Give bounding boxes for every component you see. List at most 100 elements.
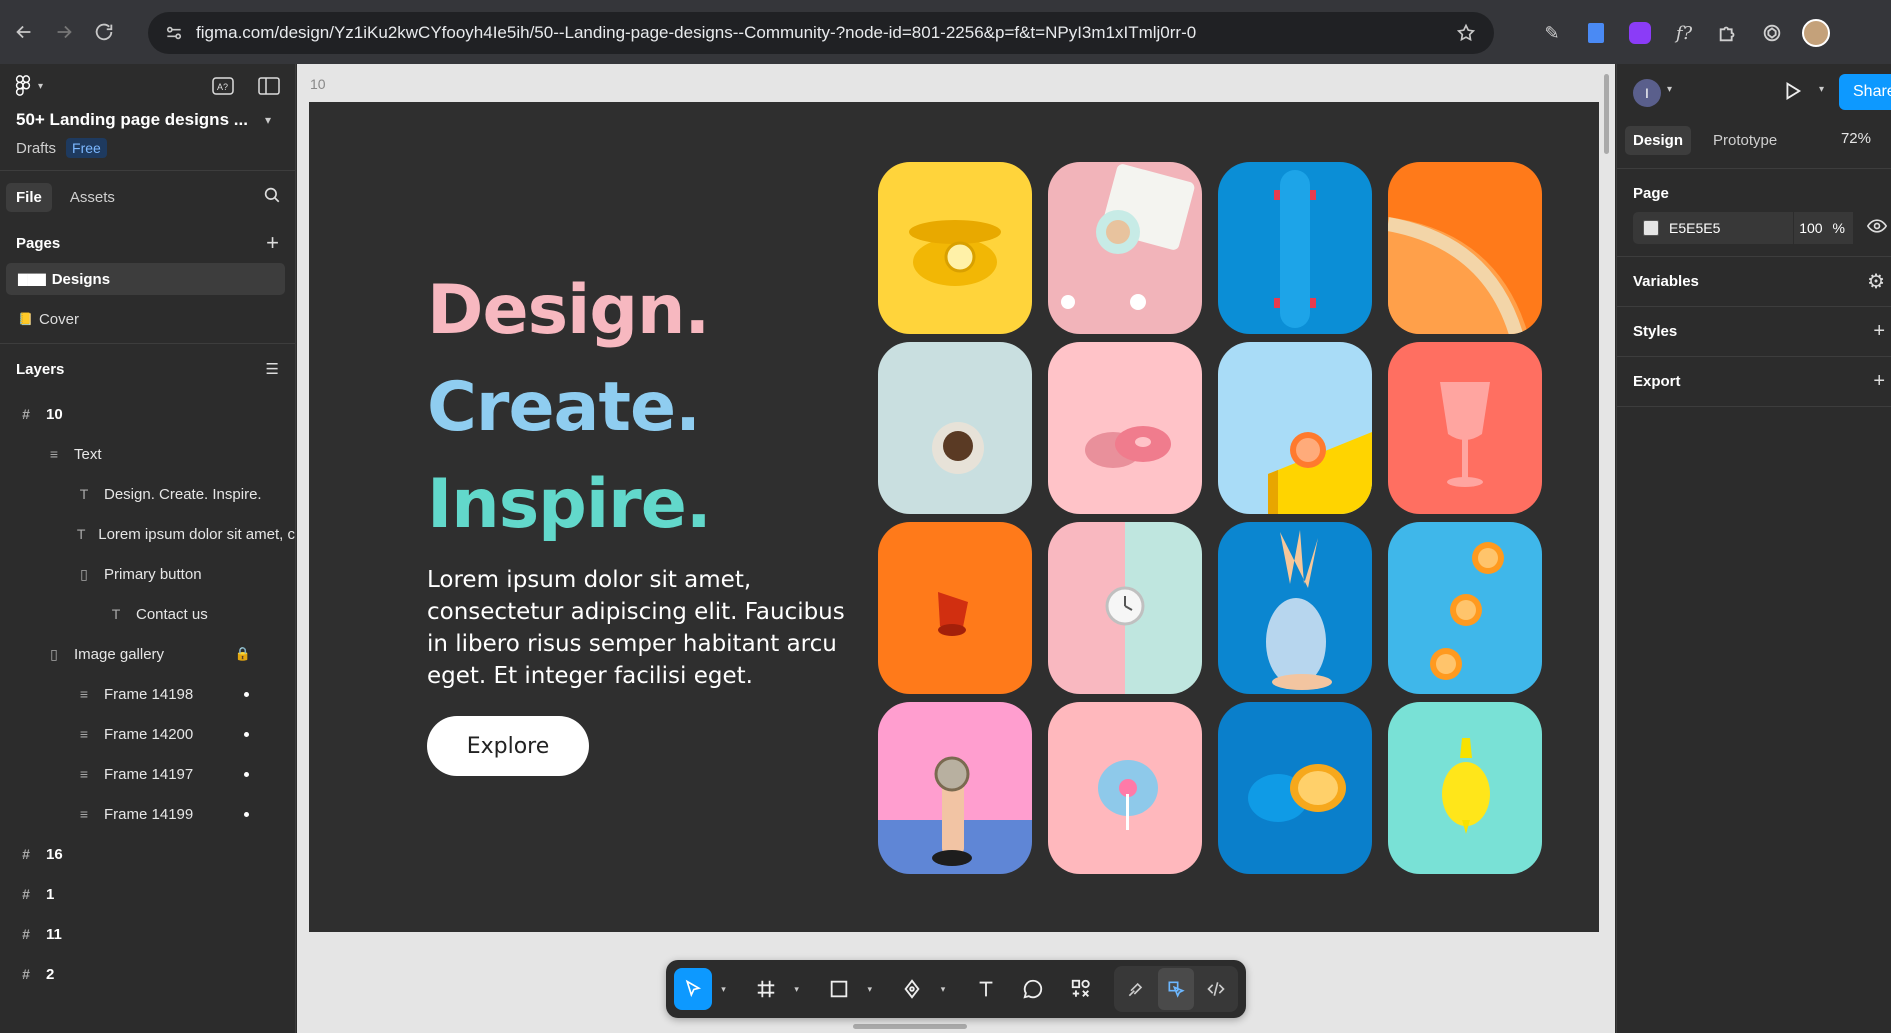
site-settings-icon[interactable]	[156, 23, 192, 43]
drafts-label[interactable]: Drafts	[16, 140, 56, 157]
lock-icon[interactable]: 🔒	[235, 646, 251, 662]
present-play-icon[interactable]	[1781, 80, 1803, 107]
file-assets-tabs: File Assets	[0, 171, 295, 223]
puzzle-extensions-icon[interactable]	[1706, 12, 1750, 54]
horizontal-scrollbar[interactable]	[853, 1024, 967, 1029]
main-menu-button[interactable]: ▾	[14, 75, 43, 97]
tab-prototype[interactable]: Prototype	[1705, 126, 1785, 155]
ai-icon[interactable]: A?	[211, 74, 235, 98]
gallery-tile-wine-glass[interactable]	[1388, 342, 1542, 514]
search-icon[interactable]	[263, 186, 281, 209]
layer-primary-button[interactable]: ▯ Primary button	[0, 554, 295, 594]
share-button[interactable]: Share	[1839, 74, 1891, 110]
layer-frame-10[interactable]: # 10	[0, 394, 295, 434]
body-text[interactable]: Lorem ipsum dolor sit amet, consectetur …	[427, 564, 847, 692]
add-export-icon[interactable]: +	[1873, 370, 1885, 393]
sidebar-toggle-icon[interactable]	[257, 74, 281, 98]
address-bar[interactable]: figma.com/design/Yz1iKu2kwCYfooyh4Ie5ih/…	[148, 12, 1494, 54]
layer-contact-text[interactable]: T Contact us	[0, 594, 295, 634]
color-swatch[interactable]	[1643, 220, 1659, 236]
gallery-tile-grapefruit-cube[interactable]	[1218, 342, 1372, 514]
chevron-down-icon[interactable]: ▾	[864, 968, 875, 1010]
landing-frame[interactable]: Design. Create. Inspire. Lorem ipsum dol…	[309, 102, 1599, 932]
image-gallery[interactable]	[878, 162, 1542, 874]
page-item-designs[interactable]: ▇▇▇ Designs	[6, 263, 285, 295]
tab-file[interactable]: File	[6, 182, 52, 212]
dev-mode-button[interactable]	[1198, 968, 1234, 1010]
design-mode-button[interactable]	[1158, 968, 1195, 1010]
styles-section[interactable]: Styles +	[1617, 307, 1891, 357]
gallery-tile-lollipop[interactable]	[1048, 702, 1202, 874]
gallery-tile-telephone[interactable]	[878, 162, 1032, 334]
bookmark-star-icon[interactable]	[1448, 23, 1484, 43]
gallery-tile-espresso[interactable]	[878, 342, 1032, 514]
frame-tool-button[interactable]	[747, 968, 785, 1010]
file-title[interactable]: 50+ Landing page designs ... ▾	[0, 110, 295, 130]
page-opacity-field[interactable]: 100 %	[1793, 212, 1853, 244]
url-text[interactable]: figma.com/design/Yz1iKu2kwCYfooyh4Ie5ih/…	[196, 23, 1448, 43]
layer-frame-1[interactable]: # 1	[0, 874, 295, 914]
text-tool-button[interactable]	[967, 968, 1005, 1010]
gallery-tile-pineapple[interactable]	[1218, 522, 1372, 694]
docs-extension-icon[interactable]	[1574, 12, 1618, 54]
formula-extension-icon[interactable]: f?	[1662, 12, 1706, 54]
add-style-icon[interactable]: +	[1873, 320, 1885, 343]
explore-button[interactable]: Explore	[427, 716, 589, 776]
back-icon[interactable]	[4, 12, 44, 52]
actions-tool-button[interactable]	[1062, 968, 1100, 1010]
chevron-down-icon[interactable]: ▾	[1667, 84, 1672, 95]
layers-list-icon[interactable]: ☰	[266, 360, 279, 378]
gallery-tile-alarm-clock[interactable]	[1048, 522, 1202, 694]
gallery-tile-blue-orange[interactable]	[1218, 702, 1372, 874]
monitor-extension-icon[interactable]	[1618, 12, 1662, 54]
avatar[interactable]: I	[1633, 79, 1661, 107]
shape-tool-button[interactable]	[820, 968, 858, 1010]
gallery-tile-megaphone[interactable]	[878, 522, 1032, 694]
layer-frame-14197[interactable]: ≡ Frame 14197	[0, 754, 295, 794]
profile-avatar[interactable]	[1794, 12, 1838, 54]
vertical-scrollbar[interactable]	[1604, 74, 1609, 154]
page-color-field[interactable]: E5E5E5	[1633, 212, 1793, 244]
tab-assets[interactable]: Assets	[60, 183, 125, 212]
layer-frame-14198[interactable]: ≡ Frame 14198	[0, 674, 295, 714]
frame-label[interactable]: 10	[310, 76, 326, 92]
openai-extension-icon[interactable]	[1750, 12, 1794, 54]
layer-frame-2[interactable]: # 2	[0, 954, 295, 994]
add-page-icon[interactable]: +	[266, 230, 279, 256]
comment-tool-button[interactable]	[1014, 968, 1052, 1010]
chevron-down-icon[interactable]: ▾	[937, 968, 948, 1010]
chevron-down-icon[interactable]: ▾	[718, 968, 729, 1010]
layer-frame-16[interactable]: # 16	[0, 834, 295, 874]
gallery-tile-juicer[interactable]	[1388, 702, 1542, 874]
chevron-down-icon[interactable]: ▾	[791, 968, 802, 1010]
variables-settings-icon[interactable]: ⚙	[1867, 269, 1885, 294]
pen-tool-button[interactable]	[893, 968, 931, 1010]
export-section[interactable]: Export +	[1617, 357, 1891, 407]
layer-body-text[interactable]: T Lorem ipsum dolor sit amet, c	[0, 514, 295, 554]
design-canvas[interactable]: 10 Design. Create. Inspire. Lorem ipsum …	[297, 64, 1615, 1033]
layer-image-gallery[interactable]: ▯ Image gallery 🔒	[0, 634, 295, 674]
gallery-tile-orange-arc[interactable]	[1388, 162, 1542, 334]
gallery-tile-oranges-water[interactable]	[1388, 522, 1542, 694]
reload-icon[interactable]	[84, 12, 124, 52]
gallery-tile-hand-watch[interactable]	[878, 702, 1032, 874]
tab-design[interactable]: Design	[1625, 125, 1692, 155]
pen-extension-icon[interactable]: ✎	[1530, 12, 1574, 54]
move-tool-button[interactable]	[674, 968, 712, 1010]
gallery-tile-donuts[interactable]	[1048, 342, 1202, 514]
zoom-level[interactable]: 72%	[1841, 130, 1871, 147]
eye-icon[interactable]	[1866, 218, 1888, 239]
gallery-tile-coffee-napkin[interactable]	[1048, 162, 1202, 334]
chevron-down-icon[interactable]: ▾	[1819, 84, 1824, 95]
layer-frame-11[interactable]: # 11	[0, 914, 295, 954]
layer-text-group[interactable]: ≡ Text	[0, 434, 295, 474]
page-item-cover[interactable]: 📒 Cover	[6, 303, 285, 335]
variables-section[interactable]: Variables ⚙	[1617, 257, 1891, 307]
layer-frame-14199[interactable]: ≡ Frame 14199	[0, 794, 295, 834]
forward-icon[interactable]	[44, 12, 84, 52]
layer-hero-text[interactable]: T Design. Create. Inspire.	[0, 474, 295, 514]
gallery-tile-skateboard[interactable]	[1218, 162, 1372, 334]
layer-frame-14200[interactable]: ≡ Frame 14200	[0, 714, 295, 754]
hero-heading[interactable]: Design. Create. Inspire.	[427, 262, 712, 553]
draw-mode-button[interactable]	[1118, 968, 1154, 1010]
